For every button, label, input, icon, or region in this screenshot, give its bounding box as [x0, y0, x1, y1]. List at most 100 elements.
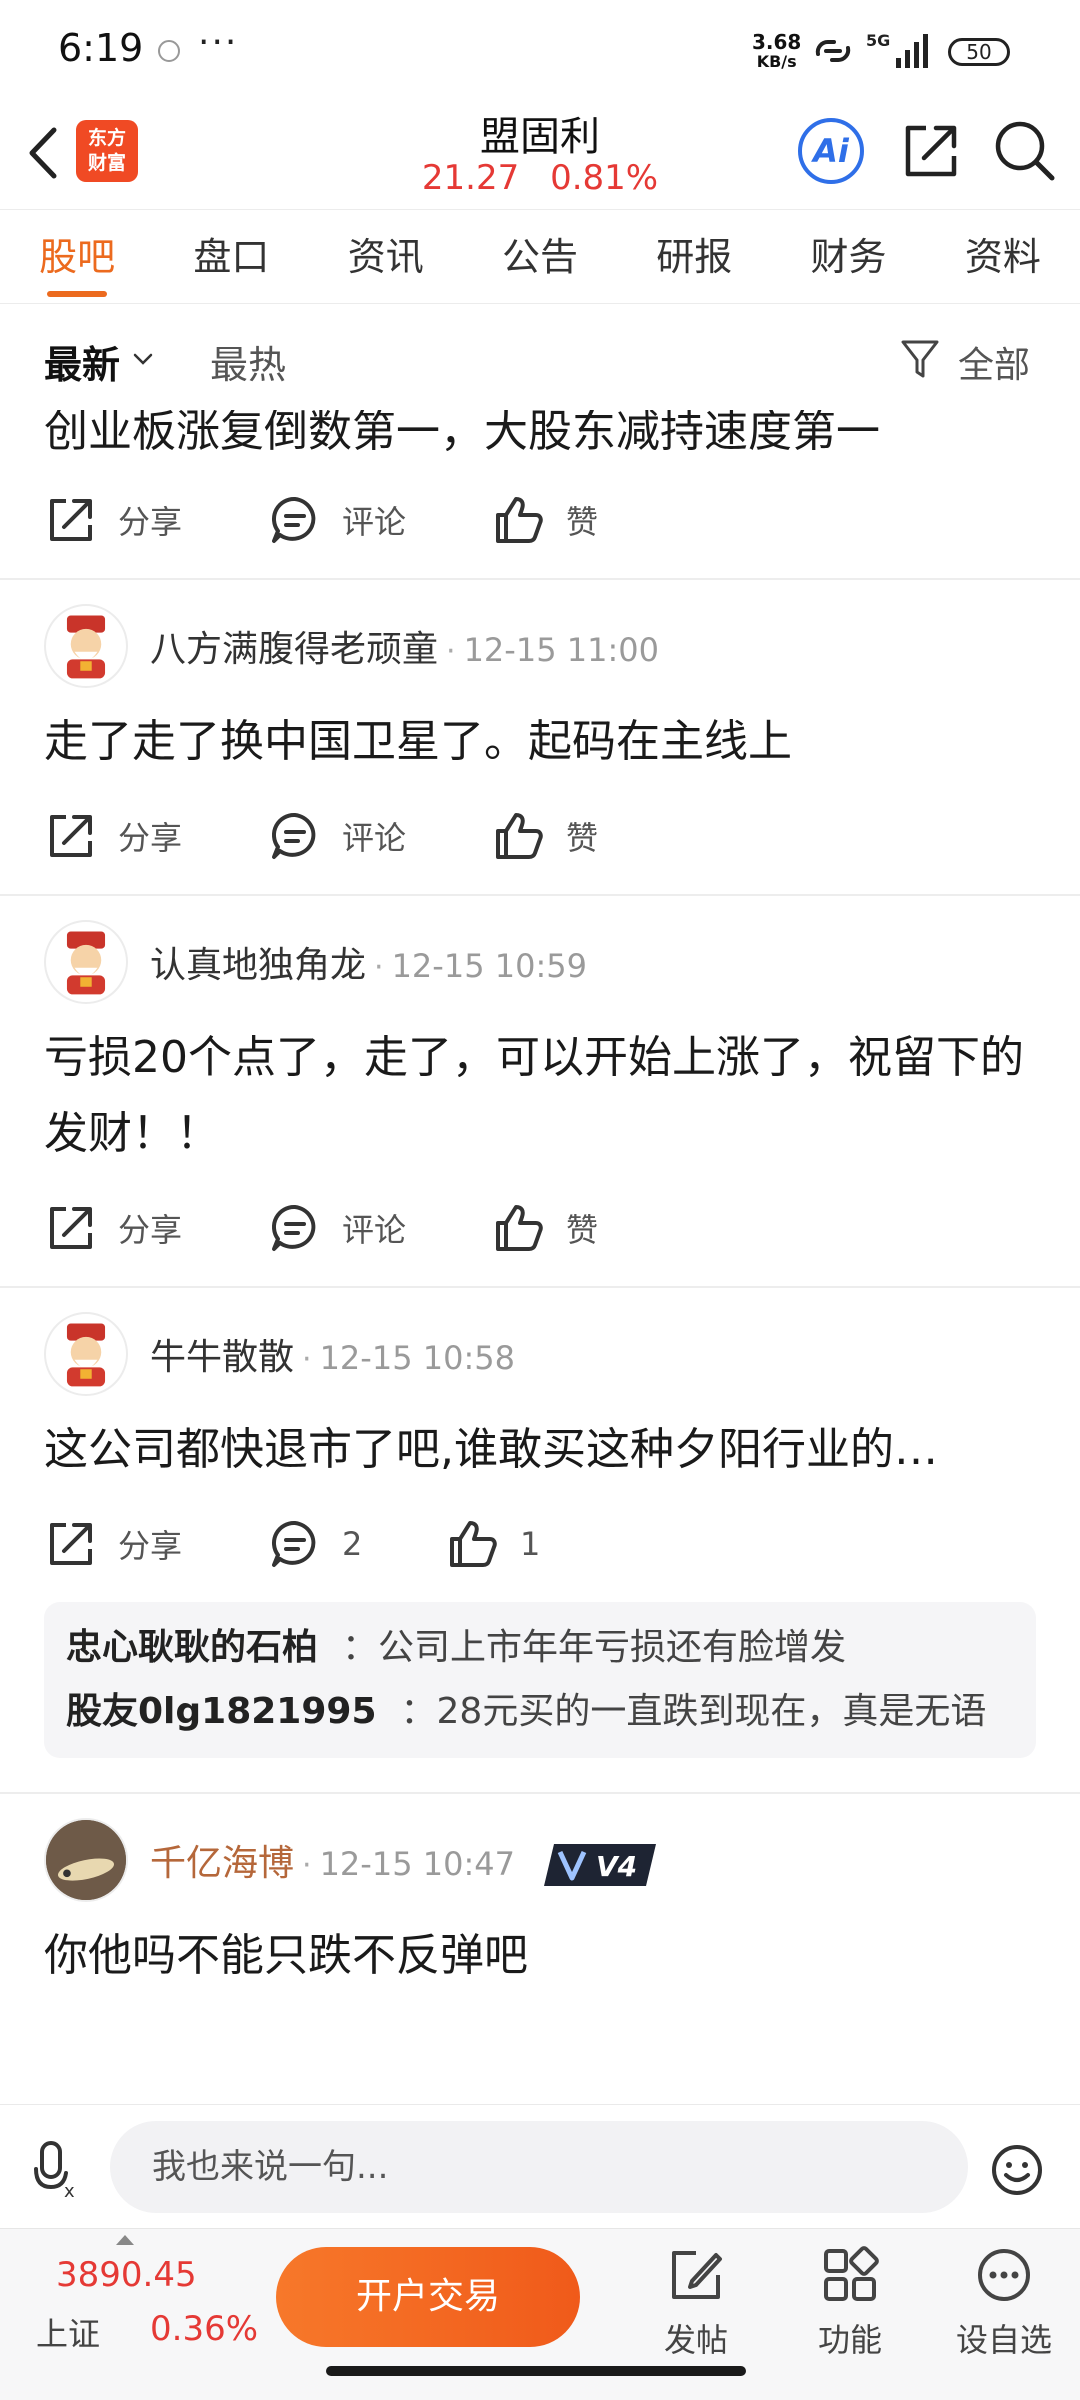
avatar[interactable]	[44, 920, 128, 1004]
index-value[interactable]: 3890.45	[56, 2255, 197, 2295]
stock-price: 21.27	[421, 158, 520, 198]
sort-hot-button[interactable]: 最热	[210, 334, 286, 389]
chevron-down-icon[interactable]	[132, 352, 154, 366]
like-label: 赞	[566, 1211, 599, 1249]
post-header: 八方满腹得老顽童 · 12-15 11:00	[44, 580, 1036, 690]
share-icon	[50, 499, 92, 541]
comment-input[interactable]: 我也来说一句...	[110, 2121, 968, 2213]
stock-name: 盟固利	[480, 114, 600, 160]
share-action[interactable]: 分享	[44, 1198, 182, 1258]
reply-text: ：28元买的一直跌到现在，真是无语	[400, 1691, 987, 1732]
post-item[interactable]: 八方满腹得老顽童 · 12-15 11:00 走了走了换中国卫星了。起码在主线上 分…	[0, 580, 1080, 896]
nav-watchlist[interactable]: 设自选	[934, 2245, 1074, 2361]
stock-header: 东方 财富 盟固利 21.27 0.81% Ai	[0, 104, 1080, 210]
like-action[interactable]: 赞	[492, 806, 598, 866]
share-action[interactable]: 分享	[44, 806, 182, 866]
post-author-line: 千亿海博 · 12-15 10:47 V4	[150, 1834, 660, 1890]
comment-action[interactable]: 2	[268, 1514, 362, 1574]
logo-line-2: 财富	[87, 152, 126, 174]
reply-author[interactable]: 忠心耿耿的石柏	[66, 1627, 318, 1668]
comment-label: 评论	[342, 503, 407, 541]
comment-bar: x 我也来说一句...	[0, 2104, 1080, 2228]
comment-bubble-icon	[272, 496, 316, 543]
grid-apps-icon	[824, 2246, 879, 2301]
thumbs-up-icon	[450, 1521, 497, 1567]
post-time: 12-15 10:47	[319, 1845, 515, 1883]
comment-action[interactable]: 评论	[268, 1198, 406, 1258]
author-name[interactable]: 八方满腹得老顽童	[150, 629, 438, 670]
tab-news[interactable]: 资讯	[309, 212, 463, 303]
reply-author[interactable]: 股友0lg1821995	[66, 1691, 377, 1732]
post-item[interactable]: 创业板涨复倒数第一，大股东减持速度第一 分享 评论 赞	[0, 410, 1080, 580]
network-speed: 3.68 KB/s	[752, 32, 801, 72]
voice-input-icon[interactable]: x	[34, 2139, 88, 2199]
filter-icon[interactable]	[900, 338, 940, 382]
share-label: 分享	[118, 1527, 183, 1565]
post-feed: 创业板涨复倒数第一，大股东减持速度第一 分享 评论 赞 八方满腹得老顽童 · 1…	[0, 410, 1080, 2104]
nav-post[interactable]: 发帖	[626, 2245, 766, 2361]
post-time: 12-15 10:58	[319, 1339, 515, 1377]
tab-announcements[interactable]: 公告	[463, 212, 617, 303]
eastmoney-logo: 东方 财富	[76, 120, 138, 182]
tab-research[interactable]: 研报	[617, 212, 771, 303]
tab-guba[interactable]: 股吧	[0, 212, 154, 303]
author-name[interactable]: 认真地独角龙	[150, 945, 366, 986]
post-time: 12-15 10:59	[391, 947, 587, 985]
thumbs-up-icon	[496, 813, 543, 859]
like-label: 赞	[566, 503, 599, 541]
share-icon[interactable]	[900, 120, 962, 182]
post-actions: 分享 评论 赞	[44, 1172, 1036, 1286]
tab-finance[interactable]: 财务	[771, 212, 925, 303]
network-speed-unit: KB/s	[756, 52, 797, 71]
avatar[interactable]	[44, 1818, 128, 1902]
author-name[interactable]: 牛牛散散	[150, 1337, 294, 1378]
search-icon[interactable]	[992, 118, 1058, 184]
edit-post-icon	[672, 2251, 722, 2299]
signal-5g-icon: 5G	[866, 31, 928, 68]
more-options-icon	[978, 2249, 1030, 2301]
logo-line-1: 东方	[87, 127, 126, 149]
reply-preview-box[interactable]: 忠心耿耿的石柏 ：公司上市年年亏损还有脸增发 股友0lg1821995 ：28元买的…	[44, 1602, 1036, 1758]
back-arrow-icon[interactable]	[20, 118, 70, 188]
thumbs-up-icon	[496, 497, 543, 543]
index-name[interactable]: 上证	[36, 2309, 100, 2355]
caret-up-icon[interactable]	[116, 2235, 134, 2245]
nav-functions[interactable]: 功能	[780, 2245, 920, 2361]
post-text: 你他吗不能只跌不反弹吧	[44, 1930, 528, 1981]
index-change[interactable]: 0.36%	[150, 2309, 258, 2349]
notification-dot-icon	[158, 40, 180, 62]
filter-all-button[interactable]: 全部	[958, 336, 1030, 388]
emoji-icon[interactable]	[990, 2143, 1044, 2197]
thumbs-up-icon	[496, 1205, 543, 1251]
post-item[interactable]: 千亿海博 · 12-15 10:47 V4 你他吗不能只跌不反弹吧	[0, 1794, 1080, 1994]
like-action[interactable]: 1	[446, 1514, 540, 1574]
ai-assistant-button[interactable]: Ai	[798, 118, 864, 184]
feed-filter-row: 最新 最热 全部	[0, 306, 1080, 410]
share-action[interactable]: 分享	[44, 1514, 182, 1574]
home-indicator[interactable]	[326, 2366, 746, 2376]
like-action[interactable]: 赞	[492, 490, 598, 550]
nav-post-label: 发帖	[663, 2321, 728, 2359]
comment-label: 评论	[342, 819, 407, 857]
reply-text: ：公司上市年年亏损还有脸增发	[342, 1627, 847, 1668]
post-item[interactable]: 牛牛散散 · 12-15 10:58 这公司都快退市了吧,谁敢买这种夕阳行业的… 分…	[0, 1288, 1080, 1794]
comment-action[interactable]: 评论	[268, 806, 406, 866]
tab-profile[interactable]: 资料	[926, 212, 1080, 303]
tab-pankou[interactable]: 盘口	[154, 212, 308, 303]
open-account-trade-button[interactable]: 开户交易	[276, 2247, 580, 2347]
author-name[interactable]: 千亿海博	[150, 1843, 294, 1884]
avatar[interactable]	[44, 1312, 128, 1396]
comment-action[interactable]: 评论	[268, 490, 406, 550]
post-actions: 分享 2 1	[44, 1488, 1036, 1602]
post-item[interactable]: 认真地独角龙 · 12-15 10:59 亏损20个点了，走了，可以开始上涨了，祝留…	[0, 896, 1080, 1288]
svg-text:x: x	[64, 2181, 75, 2199]
nav-functions-label: 功能	[817, 2321, 882, 2359]
reply-item: 股友0lg1821995 ：28元买的一直跌到现在，真是无语	[66, 1680, 1014, 1744]
fortune-god-avatar-icon	[66, 931, 106, 995]
like-action[interactable]: 赞	[492, 1198, 598, 1258]
post-text: 这公司都快退市了吧,谁敢买这种夕阳行业的…	[44, 1424, 938, 1475]
network-type: 5G	[866, 31, 890, 50]
avatar[interactable]	[44, 604, 128, 688]
sort-latest-button[interactable]: 最新	[44, 334, 120, 389]
share-action[interactable]: 分享	[44, 490, 182, 550]
